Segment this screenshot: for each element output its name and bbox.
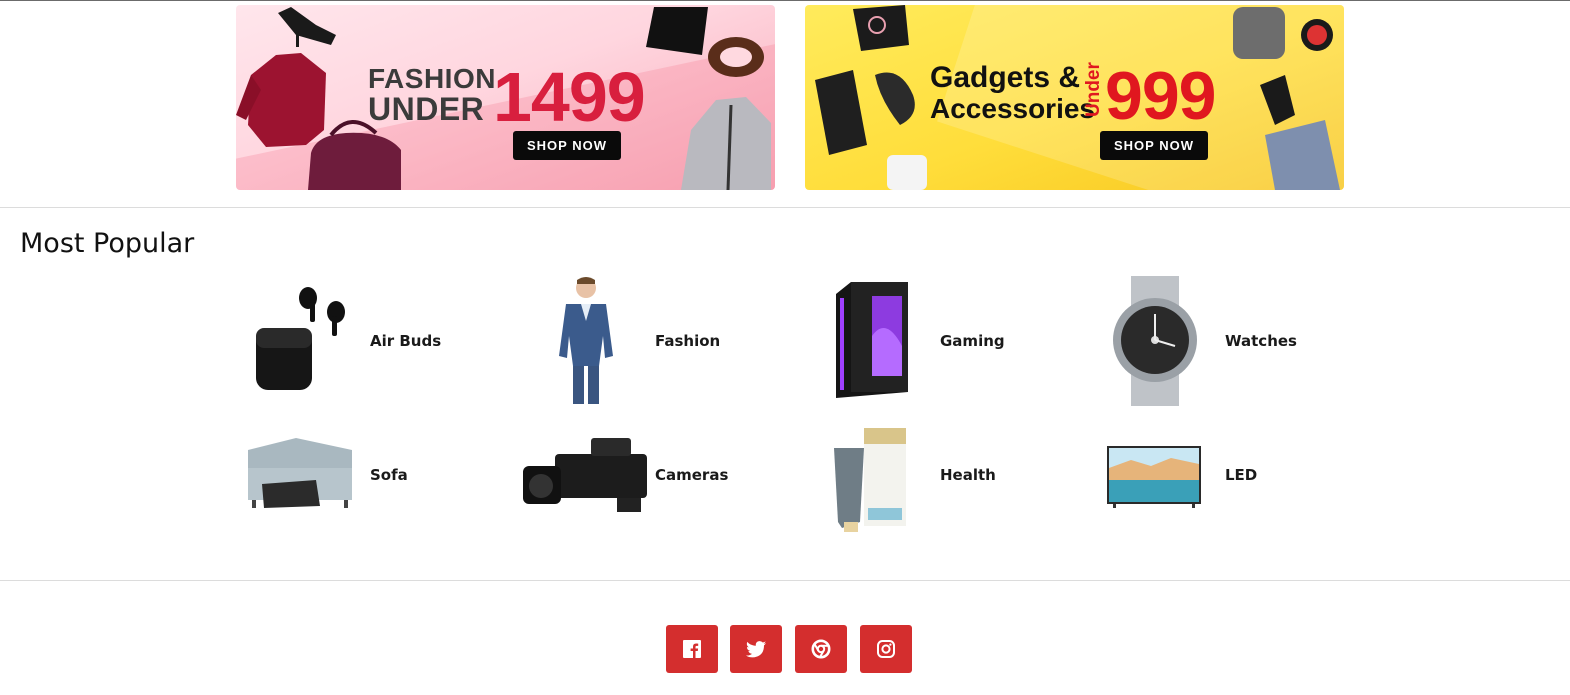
category-air-buds[interactable]: Air Buds xyxy=(236,276,516,406)
category-cameras[interactable]: Cameras xyxy=(521,410,801,540)
most-popular-title: Most Popular xyxy=(20,228,195,259)
sofa-image xyxy=(236,410,366,540)
twitter-icon xyxy=(746,640,766,657)
category-label: Gaming xyxy=(940,332,1005,350)
category-label: Watches xyxy=(1225,332,1297,350)
gaming-pc-image xyxy=(806,276,936,406)
category-label: LED xyxy=(1225,466,1258,484)
gadgets-banner-line1: Gadgets & xyxy=(930,61,1081,94)
category-fashion[interactable]: Fashion xyxy=(521,276,801,406)
instagram-icon xyxy=(877,640,895,658)
google-button[interactable] xyxy=(795,625,847,673)
footer-divider xyxy=(0,580,1570,581)
section-divider xyxy=(0,207,1570,208)
gadgets-banner-price: 999 xyxy=(1105,58,1216,134)
category-label: Fashion xyxy=(655,332,721,350)
category-label: Health xyxy=(940,466,996,484)
top-border xyxy=(0,0,1570,1)
category-sofa[interactable]: Sofa xyxy=(236,410,516,540)
category-label: Air Buds xyxy=(370,332,442,350)
fashion-banner[interactable]: FASHION UNDER 1499 SHOP NOW xyxy=(236,5,775,190)
health-product-image xyxy=(806,410,936,540)
category-watches[interactable]: Watches xyxy=(1091,276,1371,406)
fashion-banner-price: 1499 xyxy=(493,58,646,136)
watch-image xyxy=(1091,276,1221,406)
airbuds-image xyxy=(236,276,366,406)
category-gaming[interactable]: Gaming xyxy=(806,276,1086,406)
category-label: Sofa xyxy=(370,466,408,484)
gadgets-banner-line2: Accessories xyxy=(930,93,1096,124)
gadgets-shop-now-button[interactable]: SHOP NOW xyxy=(1100,131,1208,160)
category-health[interactable]: Health xyxy=(806,410,1086,540)
facebook-button[interactable] xyxy=(666,625,718,673)
gadgets-banner[interactable]: Gadgets & Accessories Under 999 SHOP NOW xyxy=(805,5,1344,190)
fashion-shop-now-button[interactable]: SHOP NOW xyxy=(513,131,621,160)
category-led[interactable]: LED xyxy=(1091,410,1371,540)
google-icon xyxy=(811,639,831,659)
led-tv-image xyxy=(1091,410,1221,540)
fashion-banner-line2: UNDER xyxy=(368,91,485,127)
fashion-image xyxy=(521,276,651,406)
camera-image xyxy=(521,410,651,540)
category-label: Cameras xyxy=(655,466,729,484)
twitter-button[interactable] xyxy=(730,625,782,673)
facebook-icon xyxy=(683,640,701,658)
gadgets-banner-under: Under xyxy=(1083,62,1104,117)
instagram-button[interactable] xyxy=(860,625,912,673)
